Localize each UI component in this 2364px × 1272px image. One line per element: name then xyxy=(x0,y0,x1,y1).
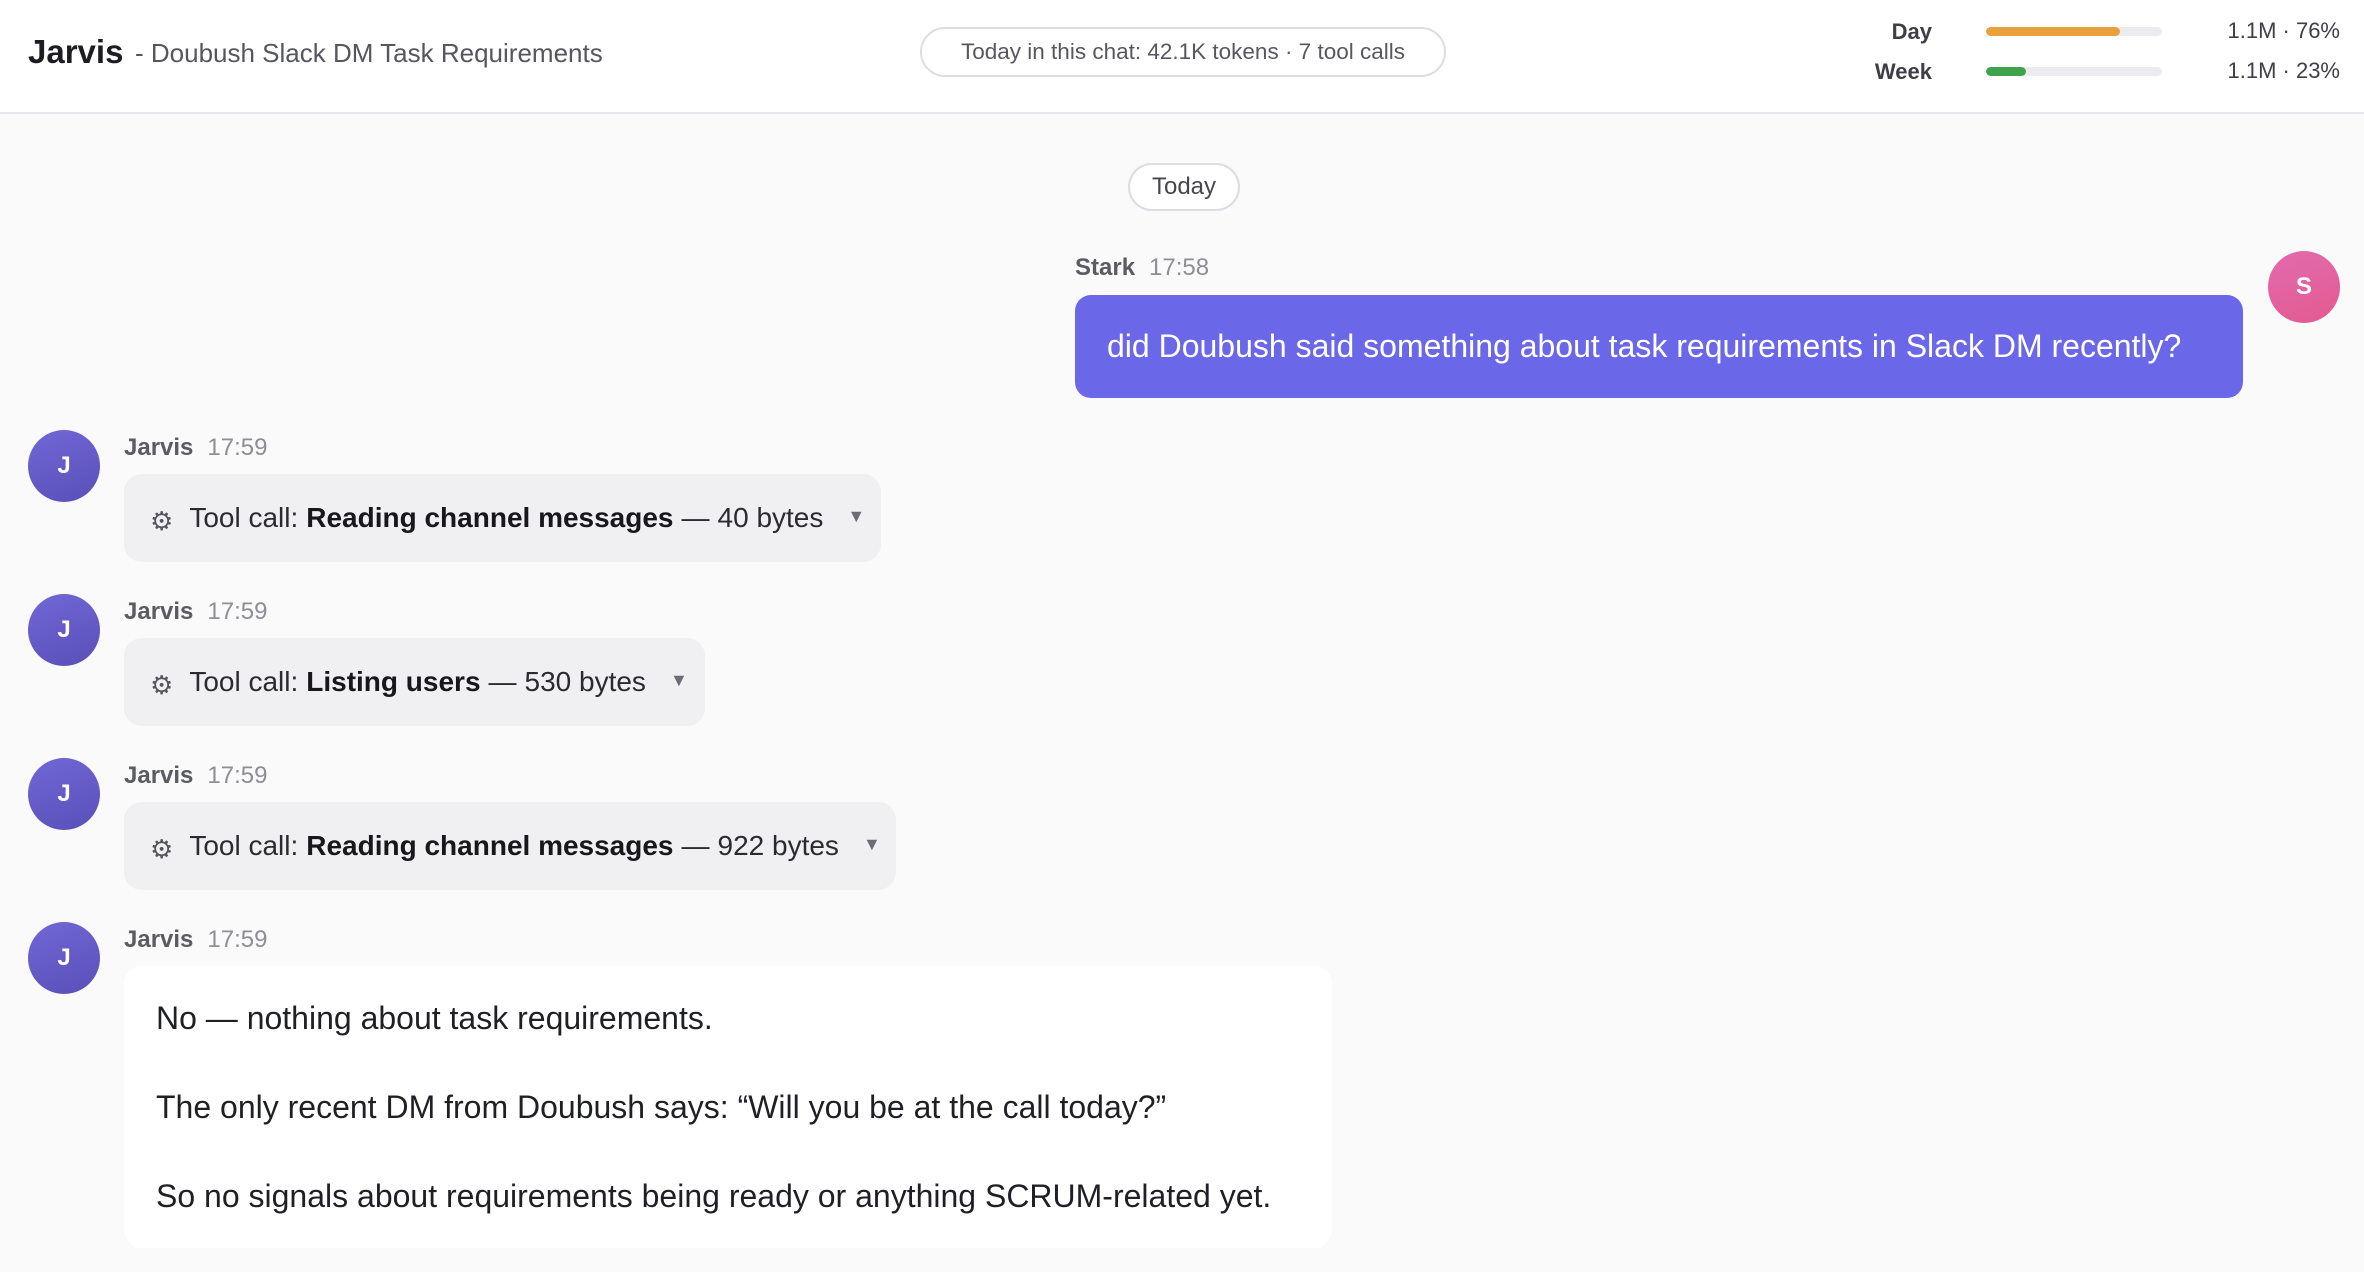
message-time: 17:59 xyxy=(207,926,268,953)
tool-call-prefix: Tool call: xyxy=(189,502,299,533)
assistant-message-bubble: No — nothing about task requirements. Th… xyxy=(124,966,1332,1248)
tool-call-card[interactable]: ⚙ Tool call: Reading channel messages — … xyxy=(124,474,881,562)
message-author: Jarvis xyxy=(124,762,194,789)
message-author: Jarvis xyxy=(124,598,194,625)
message-time: 17:59 xyxy=(207,598,268,625)
user-avatar: S xyxy=(2268,251,2340,323)
gear-icon: ⚙ xyxy=(150,669,174,700)
tool-call-card[interactable]: ⚙ Tool call: Reading channel messages — … xyxy=(124,802,896,890)
chat-header: Jarvis - Doubush Slack DM Task Requireme… xyxy=(0,0,2364,114)
answer-paragraph: The only recent DM from Doubush says: “W… xyxy=(156,1089,1167,1125)
quota-week-label: Week xyxy=(1874,59,1932,84)
quota-day-value: 1.1M · 76% xyxy=(2227,18,2341,43)
quota-week: Week 1.1M · 23% xyxy=(1875,56,2341,88)
tool-call-name: Listing users xyxy=(306,666,481,697)
message-time: 17:58 xyxy=(1149,254,1210,281)
tool-call-card[interactable]: ⚙ Tool call: Listing users — 530 bytes ▼ xyxy=(124,638,705,726)
chat-title: - Doubush Slack DM Task Requirements xyxy=(135,38,603,68)
chevron-down-icon[interactable]: ▼ xyxy=(863,834,881,855)
quota-week-value: 1.1M · 23% xyxy=(2227,58,2341,83)
message-meta: Jarvis 17:59 xyxy=(124,598,267,626)
quota-day-fill xyxy=(1986,27,2120,36)
chevron-down-icon[interactable]: ▼ xyxy=(670,670,688,691)
tool-call-size: 922 bytes xyxy=(717,830,839,861)
app-title: Jarvis xyxy=(28,33,124,70)
assistant-avatar: J xyxy=(28,594,100,666)
gear-icon: ⚙ xyxy=(150,833,174,864)
user-message-bubble: did Doubush said something about task re… xyxy=(1075,295,2243,398)
quota-day: Day 1.1M · 76% xyxy=(1880,16,2340,48)
quota-day-bar xyxy=(1986,27,2162,36)
tool-call-separator: — xyxy=(488,666,517,697)
assistant-avatar: J xyxy=(28,758,100,830)
date-divider: Today xyxy=(1128,163,1240,211)
message-meta: Stark 17:58 xyxy=(1075,254,1209,282)
quota-week-bar xyxy=(1986,67,2162,76)
tool-call-separator: — xyxy=(681,502,710,533)
tool-call-size: 530 bytes xyxy=(524,666,646,697)
chevron-down-icon[interactable]: ▼ xyxy=(847,506,865,527)
message-time: 17:59 xyxy=(207,762,268,789)
quota-week-fill xyxy=(1986,67,2027,76)
answer-paragraph: So no signals about requirements being r… xyxy=(156,1178,1272,1214)
gear-icon: ⚙ xyxy=(150,505,174,536)
answer-paragraph: No — nothing about task requirements. xyxy=(156,1000,713,1036)
message-meta: Jarvis 17:59 xyxy=(124,926,267,954)
quota-day-label: Day xyxy=(1891,19,1932,44)
tool-call-name: Reading channel messages xyxy=(306,502,674,533)
message-meta: Jarvis 17:59 xyxy=(124,762,267,790)
tool-call-prefix: Tool call: xyxy=(189,666,299,697)
message-author: Jarvis xyxy=(124,926,194,953)
tool-call-size: 40 bytes xyxy=(717,502,824,533)
assistant-avatar: J xyxy=(28,430,100,502)
message-author: Stark xyxy=(1075,254,1136,281)
message-author: Jarvis xyxy=(124,434,194,461)
tool-call-separator: — xyxy=(681,830,710,861)
message-meta: Jarvis 17:59 xyxy=(124,434,267,462)
message-time: 17:59 xyxy=(207,434,268,461)
tool-call-name: Reading channel messages xyxy=(306,830,674,861)
usage-summary-badge: Today in this chat: 42.1K tokens · 7 too… xyxy=(920,27,1446,77)
tool-call-prefix: Tool call: xyxy=(189,830,299,861)
assistant-avatar: J xyxy=(28,922,100,994)
